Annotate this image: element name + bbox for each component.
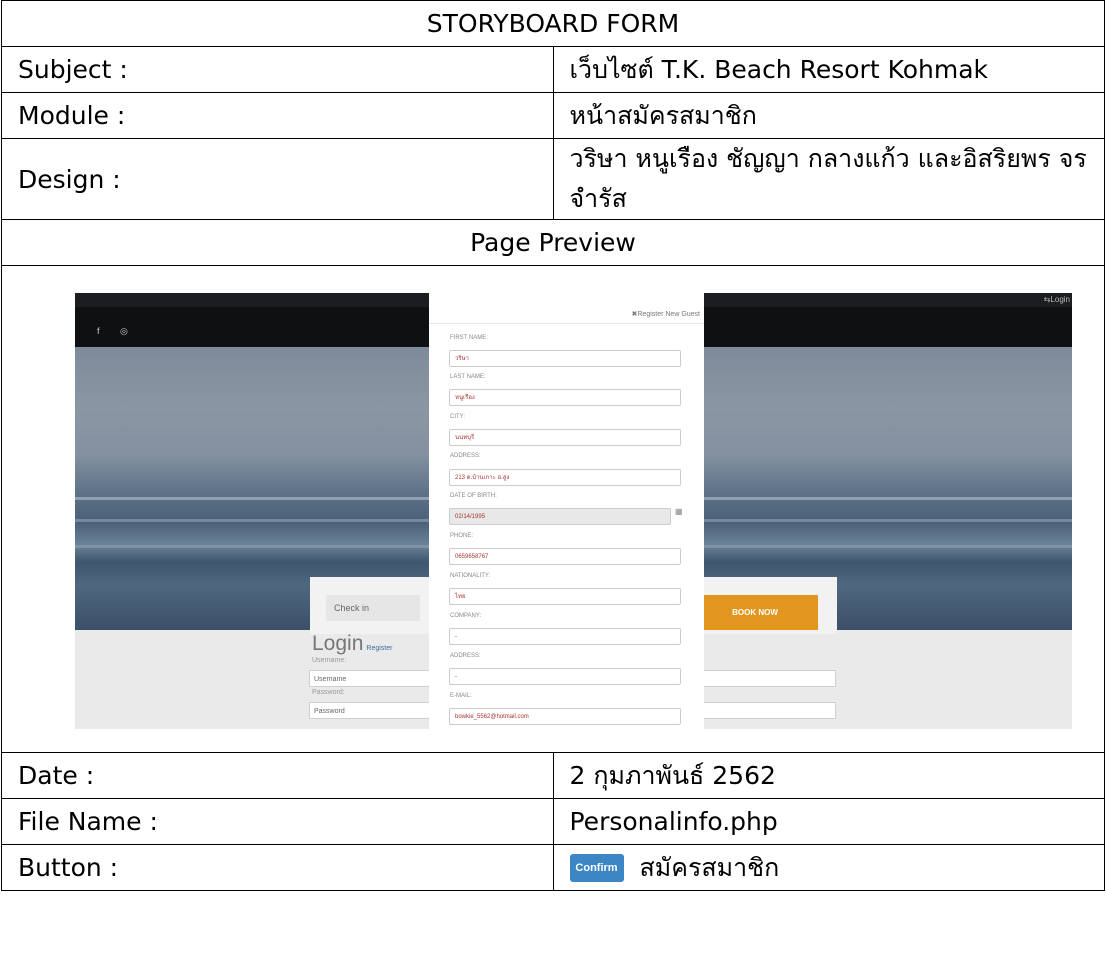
phone-input[interactable]: 0659658767 (449, 548, 681, 565)
address2-label: ADDRESS: (450, 653, 481, 659)
modal-title[interactable]: ✖Register New Guest (632, 310, 701, 318)
dob-input[interactable]: 02/14/1995 (449, 508, 671, 525)
storyboard-table: STORYBOARD FORM Subject : เว็บไซต์ T.K. … (1, 0, 1105, 891)
check-in-select[interactable]: Check in (326, 595, 420, 621)
module-label: Module : (1, 92, 554, 139)
dob-label: DATE OF BIRTH: (450, 493, 497, 499)
date-value: 2 กุมภาพันธ์ 2562 (552, 752, 1105, 799)
confirm-button[interactable]: Confirm (569, 853, 624, 882)
login-heading: Login Register (312, 632, 392, 656)
subject-value: เว็บไซต์ T.K. Beach Resort Kohmak (552, 46, 1105, 93)
button-description: สมัครสมาชิก (639, 852, 780, 882)
nationality-label: NATIONALITY: (450, 573, 491, 579)
social-icons[interactable]: f ◎ (97, 326, 137, 337)
book-now-button[interactable]: BOOK NOW (692, 595, 818, 630)
last-name-label: LAST NAME: (450, 374, 486, 380)
button-row: Confirm สมัครสมาชิก (569, 848, 1089, 888)
company-label: COMPANY: (450, 613, 482, 619)
form-title: STORYBOARD FORM (1, 0, 1105, 47)
address-input[interactable]: 213 ต.บ้านเกาะ อ.สูง (449, 469, 681, 486)
preview-cell: ⇆Login f ◎ Check in BOOK NOW Login Regist… (1, 265, 1105, 753)
calendar-icon[interactable]: ▦ (675, 507, 683, 516)
top-login-link[interactable]: ⇆Login (1044, 295, 1070, 304)
address-label: ADDRESS: (450, 453, 481, 459)
register-link[interactable]: Register (366, 645, 392, 652)
button-label: Button : (1, 844, 554, 891)
password-label: Password: (312, 689, 345, 696)
nationality-input[interactable]: ไทย (449, 588, 681, 605)
username-label: Username: (312, 657, 347, 664)
city-label: CITY: (450, 414, 466, 420)
first-name-input[interactable]: วริษา (449, 350, 681, 367)
last-name-input[interactable]: หนูเรือง (449, 389, 681, 406)
city-input[interactable]: นนทบุรี (449, 429, 681, 446)
design-label: Design : (1, 138, 554, 220)
module-value: หน้าสมัครสมาชิก (552, 92, 1105, 139)
preview-heading: Page Preview (1, 219, 1105, 266)
date-label: Date : (1, 752, 554, 799)
filename-value: Personalinfo.php (552, 798, 1105, 845)
design-value: วริษา หนูเรือง ชัญญา กลางแก้ว และอิสริยพ… (552, 138, 1105, 220)
login-title: Login (312, 632, 364, 655)
address2-input[interactable]: - (449, 668, 681, 685)
page-preview-screenshot: ⇆Login f ◎ Check in BOOK NOW Login Regist… (75, 293, 1072, 729)
button-cell: Confirm สมัครสมาชิก (552, 844, 1105, 891)
company-input[interactable]: - (449, 628, 681, 645)
subject-label: Subject : (1, 46, 554, 93)
email-label: E-MAIL: (450, 693, 472, 699)
phone-label: PHONE: (450, 533, 474, 539)
filename-label: File Name : (1, 798, 554, 845)
modal-header: ✖Register New Guest (429, 293, 704, 324)
first-name-label: FIRST NAME: (450, 335, 488, 341)
email-input[interactable]: bowkie_5562@hotmail.com (449, 708, 681, 725)
register-modal: ✖Register New Guest FIRST NAME: วริษา LA… (429, 293, 704, 729)
